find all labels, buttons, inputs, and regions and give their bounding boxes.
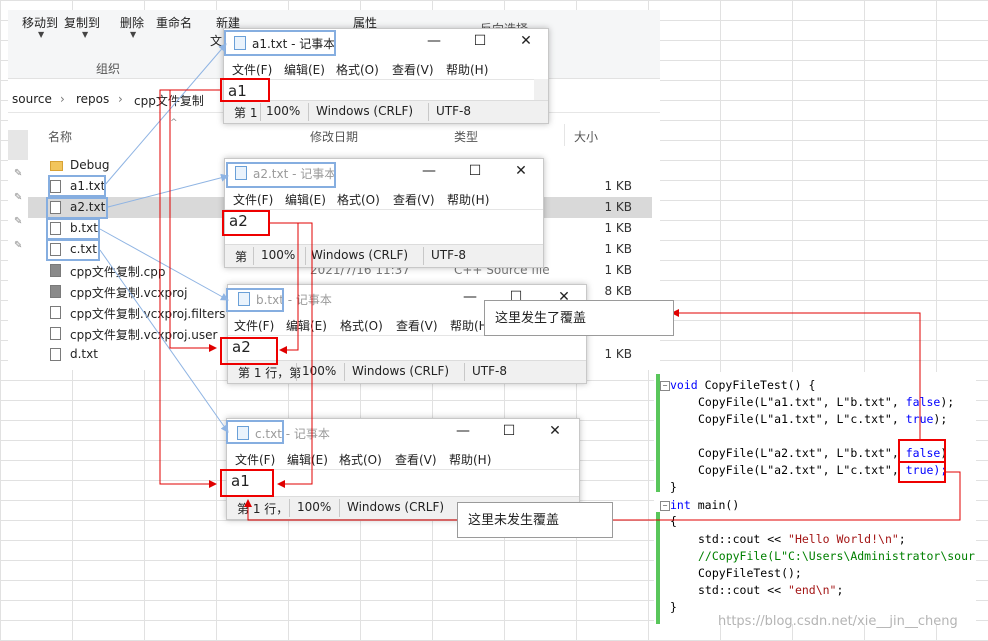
arrow-b — [99, 228, 229, 301]
arrow-a1-to-c — [159, 89, 220, 488]
arrow-a1 — [103, 43, 227, 187]
arrow-c — [99, 249, 229, 433]
arrow-a2-to-c — [270, 222, 313, 488]
callout-not-overwritten: 这里未发生覆盖 — [457, 502, 613, 538]
arrow-code-false — [671, 309, 921, 439]
arrow-a2 — [107, 173, 229, 208]
watermark: https://blog.csdn.net/xie__jin__cheng — [718, 614, 958, 629]
callout-overwritten: 这里发生了覆盖 — [484, 300, 674, 336]
arrow-a1-to-b — [169, 89, 220, 352]
arrow-a2-to-b — [270, 222, 299, 354]
